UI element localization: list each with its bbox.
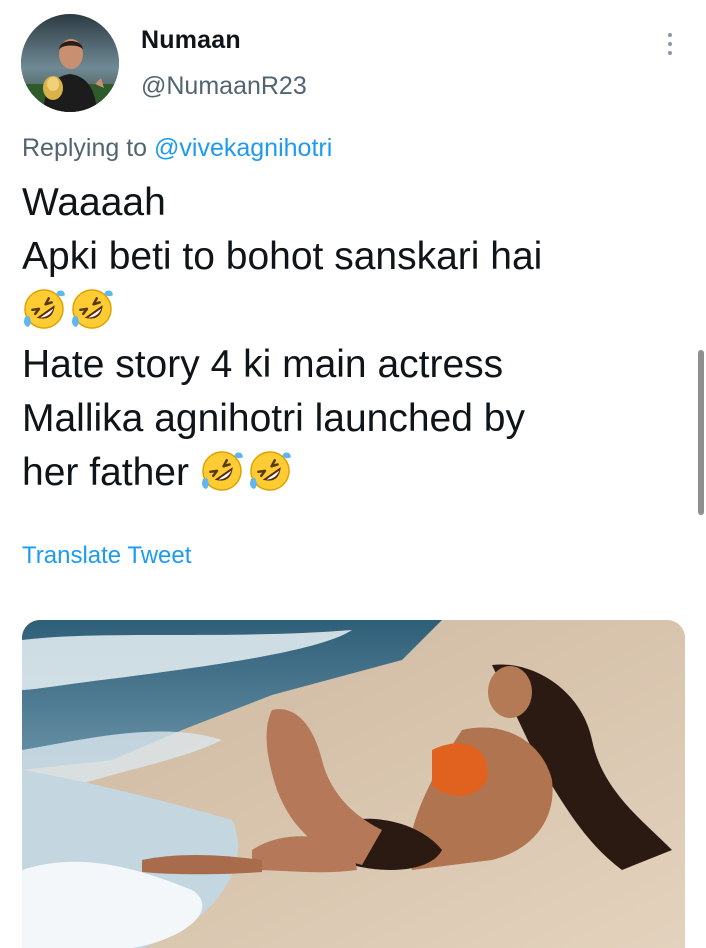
more-options-icon[interactable] <box>658 28 682 60</box>
rolling-on-floor-laughing-emoji-icon <box>24 289 65 329</box>
rolling-on-floor-laughing-emoji-icon <box>249 451 291 491</box>
more-dot <box>668 42 672 46</box>
more-dot <box>668 51 672 55</box>
emoji-group <box>200 449 292 493</box>
display-name[interactable]: Numaan <box>141 26 241 55</box>
rolling-on-floor-laughing-emoji-icon <box>72 289 113 329</box>
tweet-line: Apki beti to bohot sanskari hai <box>22 235 543 278</box>
more-dot <box>668 33 672 37</box>
reply-mention-link[interactable]: @vivekagnihotri <box>154 134 332 162</box>
beach-photo <box>22 620 685 948</box>
user-handle[interactable]: @NumaanR23 <box>141 72 307 101</box>
tweet-media-image[interactable] <box>22 620 685 948</box>
tweet-line: her father <box>22 451 189 494</box>
emoji-group <box>22 287 114 331</box>
avatar-image <box>21 14 119 112</box>
scrollbar-thumb[interactable] <box>698 350 704 515</box>
rolling-on-floor-laughing-emoji-icon <box>201 451 243 491</box>
tweet-line: Waaaah <box>22 181 166 224</box>
tweet-last-line: her father <box>22 446 682 500</box>
avatar[interactable] <box>21 14 119 112</box>
reply-prefix: Replying to <box>22 134 148 162</box>
replying-to: Replying to @vivekagnihotri <box>22 134 332 163</box>
emoji-line <box>22 284 682 338</box>
tweet-line: Mallika agnihotri launched by <box>22 397 525 440</box>
tweet-line: Hate story 4 ki main actress <box>22 343 504 386</box>
translate-tweet-link[interactable]: Translate Tweet <box>22 542 191 570</box>
tweet-text: Waaaah Apki beti to bohot sanskari hai H… <box>22 176 682 500</box>
